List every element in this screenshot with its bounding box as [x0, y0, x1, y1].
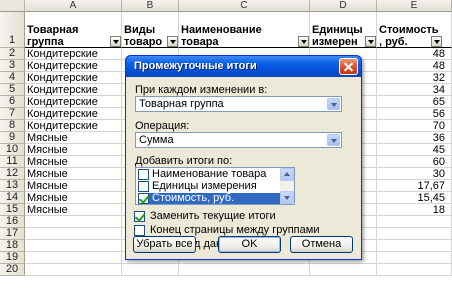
table-cell[interactable]	[25, 228, 122, 240]
subtotals-dialog: Промежуточные итоги При каждом изменении…	[125, 55, 362, 260]
table-cell[interactable]: 60	[377, 156, 452, 168]
table-cell[interactable]: 56	[377, 108, 452, 120]
header-line: Стоимость	[379, 24, 439, 36]
table-cell[interactable]: 34	[377, 84, 452, 96]
table-cell[interactable]: Мясные	[25, 204, 122, 216]
table-cell[interactable]: 32	[377, 72, 452, 84]
table-cell[interactable]: Мясные	[25, 132, 122, 144]
operation-value: Сумма	[139, 134, 174, 146]
chevron-down-icon[interactable]	[327, 134, 340, 146]
row-header-1[interactable]: 1	[0, 12, 25, 48]
table-cell[interactable]	[377, 264, 452, 276]
table-cell[interactable]: 30	[377, 168, 452, 180]
table-cell[interactable]: 48	[377, 48, 452, 60]
table-cell[interactable]: Кондитерские	[25, 108, 122, 120]
field-checkbox[interactable]	[138, 193, 149, 204]
ok-button[interactable]: OK	[218, 236, 281, 253]
list-item[interactable]: Стоимость, руб.	[138, 192, 280, 204]
group-by-label: При каждом изменении в:	[135, 84, 268, 96]
table-cell[interactable]	[377, 240, 452, 252]
table-cell[interactable]: Кондитерские	[25, 96, 122, 108]
table-cell[interactable]	[25, 216, 122, 228]
close-icon[interactable]	[339, 58, 358, 75]
dialog-body: При каждом изменении в: Товарная группа …	[126, 77, 361, 259]
table-cell[interactable]: Кондитерские	[25, 72, 122, 84]
field-checkbox[interactable]	[138, 169, 149, 180]
autofilter-dropdown-a[interactable]	[110, 36, 121, 47]
scroll-up-icon[interactable]	[280, 168, 294, 181]
table-cell[interactable]	[25, 264, 122, 276]
header-line: Виды	[124, 24, 156, 36]
group-by-value: Товарная группа	[139, 98, 224, 110]
table-cell[interactable]: Мясные	[25, 144, 122, 156]
table-cell[interactable]: Кондитерские	[25, 120, 122, 132]
table-cell[interactable]: Мясные	[25, 180, 122, 192]
table-cell[interactable]: Кондитерские	[25, 84, 122, 96]
table-cell[interactable]: Мясные	[25, 168, 122, 180]
table-cell[interactable]	[377, 216, 452, 228]
column-header-d[interactable]: D	[310, 0, 377, 12]
list-scrollbar[interactable]	[280, 168, 294, 204]
group-by-select[interactable]: Товарная группа	[135, 96, 342, 112]
table-cell[interactable]: 65	[377, 96, 452, 108]
table-cell[interactable]	[25, 252, 122, 264]
header-line: Единицы	[312, 24, 363, 36]
column-header-c[interactable]: C	[179, 0, 310, 12]
table-cell[interactable]: 18	[377, 204, 452, 216]
autofilter-dropdown-d[interactable]	[365, 36, 376, 47]
header-line: Товарная	[27, 24, 79, 36]
table-cell[interactable]: Кондитерские	[25, 48, 122, 60]
table-cell[interactable]: 45	[377, 144, 452, 156]
row-header[interactable]: 20	[0, 264, 25, 276]
remove-all-button[interactable]: Убрать все	[133, 236, 196, 253]
header-line: Наименование	[181, 24, 262, 36]
table-cell[interactable]	[377, 252, 452, 264]
autofilter-dropdown-e[interactable]	[431, 36, 442, 47]
table-cell[interactable]: Мясные	[25, 192, 122, 204]
table-cell[interactable]: 48	[377, 60, 452, 72]
autofilter-dropdown-b[interactable]	[167, 36, 178, 47]
cancel-button[interactable]: Отмена	[290, 236, 353, 253]
header-line: группа	[27, 36, 64, 48]
dialog-titlebar[interactable]: Промежуточные итоги	[125, 55, 362, 77]
header-cell-group[interactable]: Товарная группа	[25, 12, 122, 48]
field-checkbox[interactable]	[138, 181, 149, 192]
checkbox-label: Конец страницы между группами	[150, 224, 320, 236]
table-cell[interactable]: 70	[377, 120, 452, 132]
column-header-b[interactable]: B	[122, 0, 179, 12]
table-cell[interactable]: 15,45	[377, 192, 452, 204]
table-cell[interactable]	[310, 264, 377, 276]
field-label: Стоимость, руб.	[152, 192, 235, 204]
table-cell[interactable]	[179, 264, 310, 276]
table-cell[interactable]: Кондитерские	[25, 60, 122, 72]
table-cell[interactable]: Мясные	[25, 156, 122, 168]
table-cell[interactable]	[25, 240, 122, 252]
checkbox[interactable]	[134, 225, 145, 236]
autofilter-dropdown-c[interactable]	[298, 36, 309, 47]
table-cell[interactable]	[377, 228, 452, 240]
table-cell[interactable]: 36	[377, 132, 452, 144]
field-label: Наименование товара	[152, 168, 267, 180]
select-all-corner[interactable]	[0, 0, 25, 12]
checkbox[interactable]	[134, 211, 145, 222]
field-label: Единицы измерения	[152, 180, 257, 192]
column-header-e[interactable]: E	[377, 0, 452, 12]
add-totals-label: Добавить итоги по:	[135, 155, 233, 167]
operation-label: Операция:	[135, 120, 190, 132]
add-totals-list[interactable]: Наименование товара Единицы измерения Ст…	[135, 167, 295, 205]
header-line: товара	[181, 36, 219, 48]
chevron-down-icon[interactable]	[327, 98, 340, 110]
table-cell[interactable]: 17,67	[377, 180, 452, 192]
dialog-title: Промежуточные итоги	[134, 60, 257, 72]
checkbox-label: Заменить текущие итоги	[150, 210, 276, 222]
operation-select[interactable]: Сумма	[135, 132, 342, 148]
header-cell-name[interactable]: Наименование товара	[179, 12, 310, 48]
column-header-a[interactable]: A	[25, 0, 122, 12]
table-cell[interactable]	[122, 264, 179, 276]
scroll-down-icon[interactable]	[280, 191, 294, 204]
